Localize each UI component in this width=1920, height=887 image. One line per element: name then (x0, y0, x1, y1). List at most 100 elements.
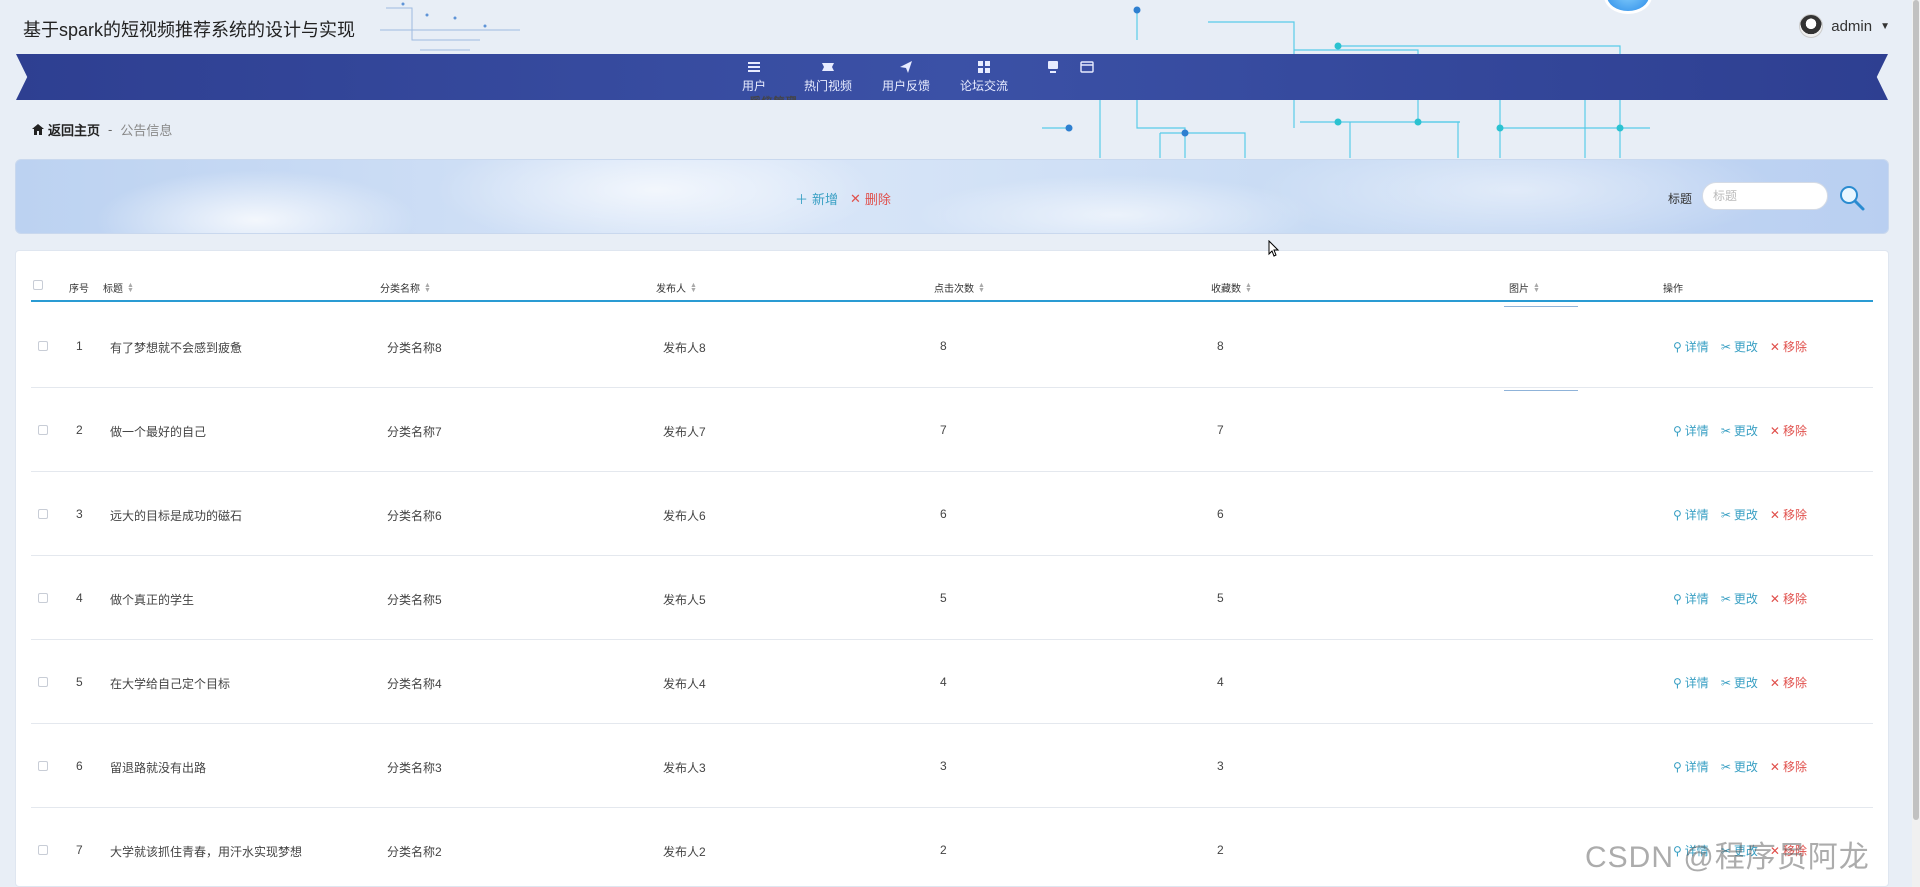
select-all-checkbox[interactable] (33, 280, 43, 290)
table-row: 3 远大的目标是成功的磁石 分类名称6 发布人6 6 6 ⚲ 详情 ✂ 更改 ✕ 移除 (31, 472, 1873, 556)
row-checkbox[interactable] (38, 425, 48, 435)
header-category[interactable]: 分类名称 ▲ ▼ (380, 280, 431, 296)
breadcrumb: 返回主页 - 公告信息 (32, 120, 172, 139)
cell-index: 2 (76, 423, 83, 437)
wrench-icon: ✂ (1720, 507, 1731, 522)
wrench-icon: ✂ (1720, 759, 1731, 774)
detail-button[interactable]: ⚲ 详情 (1673, 758, 1709, 775)
mouse-cursor-icon (1268, 240, 1280, 257)
cell-publisher: 发布人8 (663, 341, 706, 355)
row-actions: ⚲ 详情 ✂ 更改 ✕ 移除 (1673, 422, 1807, 439)
cell-category: 分类名称3 (387, 761, 442, 775)
sort-icon: ▲ ▼ (978, 281, 985, 294)
cell-category: 分类名称2 (387, 845, 442, 859)
detail-button[interactable]: ⚲ 详情 (1673, 590, 1709, 607)
nav-item-user-info[interactable]: 用户信息 ⌄ (749, 60, 1102, 100)
header-index: 序号 (69, 284, 89, 295)
close-icon: ✕ (1769, 675, 1780, 690)
app-title: 基于spark的短视频推荐系统的设计与实现 (23, 20, 356, 40)
table-row: 1 有了梦想就不会感到疲惫 分类名称8 发布人8 8 8 ⚲ 详情 ✂ 更改 ✕ 移除 (31, 304, 1873, 388)
header-clicks[interactable]: 点击次数 ▲ ▼ (934, 280, 985, 296)
wrench-icon: ✂ (1720, 423, 1731, 438)
image-placeholder (1504, 390, 1578, 391)
cell-title: 有了梦想就不会感到疲惫 (110, 341, 243, 355)
cell-favorites: 6 (1217, 507, 1224, 521)
cell-publisher: 发布人2 (663, 845, 706, 859)
edit-button[interactable]: ✂ 更改 (1721, 506, 1758, 523)
row-checkbox[interactable] (38, 845, 48, 855)
remove-button[interactable]: ✕ 移除 (1770, 422, 1807, 439)
header-image[interactable]: 图片 ▲ ▼ (1509, 280, 1540, 296)
header-favorites[interactable]: 收藏数 ▲ ▼ (1211, 280, 1252, 296)
cell-publisher: 发布人3 (663, 761, 706, 775)
row-actions: ⚲ 详情 ✂ 更改 ✕ 移除 (1673, 338, 1807, 355)
zoom-icon: ⚲ (1673, 591, 1682, 606)
sort-icon: ▲ ▼ (690, 281, 697, 294)
sort-icon: ▲ ▼ (1245, 281, 1252, 294)
detail-button[interactable]: ⚲ 详情 (1673, 506, 1709, 523)
table-row: 6 留退路就没有出路 分类名称3 发布人3 3 3 ⚲ 详情 ✂ 更改 ✕ 移除 (31, 724, 1873, 808)
breadcrumb-current: 公告信息 (120, 123, 173, 138)
header-publisher[interactable]: 发布人 ▲ ▼ (656, 280, 697, 296)
cell-title: 在大学给自己定个目标 (110, 677, 231, 691)
row-checkbox[interactable] (38, 341, 48, 351)
cell-index: 5 (76, 675, 83, 689)
cell-index: 7 (76, 843, 83, 857)
header-actions: 操作 (1663, 284, 1683, 295)
sort-icon: ▲ ▼ (127, 281, 134, 294)
detail-button[interactable]: ⚲ 详情 (1673, 338, 1709, 355)
row-checkbox[interactable] (38, 761, 48, 771)
scrollbar-thumb[interactable] (1913, 0, 1919, 820)
caret-down-icon: ▼ (1880, 20, 1890, 32)
edit-button[interactable]: ✂ 更改 (1721, 758, 1758, 775)
close-icon: ✕ (1769, 591, 1780, 606)
remove-button[interactable]: ✕ 移除 (1770, 758, 1807, 775)
user-menu[interactable]: admin ▼ (1799, 14, 1890, 38)
sort-icon: ▲ ▼ (1533, 281, 1540, 294)
cell-category: 分类名称5 (387, 593, 442, 607)
add-button-label: 新增 (812, 192, 839, 207)
close-icon: ✕ (1769, 759, 1780, 774)
scrollbar[interactable] (1912, 0, 1920, 887)
add-button[interactable]: ＋ 新增 (795, 189, 838, 208)
cell-index: 3 (76, 507, 83, 521)
zoom-icon: ⚲ (1673, 339, 1682, 354)
row-checkbox[interactable] (38, 593, 48, 603)
zoom-icon: ⚲ (1673, 507, 1682, 522)
cell-favorites: 5 (1217, 591, 1224, 605)
home-icon (32, 124, 44, 135)
row-actions: ⚲ 详情 ✂ 更改 ✕ 移除 (1673, 758, 1807, 775)
row-checkbox[interactable] (38, 677, 48, 687)
cell-index: 1 (76, 339, 83, 353)
header-title[interactable]: 标题 ▲ ▼ (103, 280, 134, 296)
table-row: 4 做个真正的学生 分类名称5 发布人5 5 5 ⚲ 详情 ✂ 更改 ✕ 移除 (31, 556, 1873, 640)
edit-button[interactable]: ✂ 更改 (1721, 338, 1758, 355)
remove-button[interactable]: ✕ 移除 (1770, 590, 1807, 607)
table-row: 5 在大学给自己定个目标 分类名称4 发布人4 4 4 ⚲ 详情 ✂ 更改 ✕ 移除 (31, 640, 1873, 724)
close-icon: ✕ (850, 190, 861, 206)
cell-clicks: 6 (940, 507, 947, 521)
row-checkbox[interactable] (38, 509, 48, 519)
table-header: 序号 标题 ▲ ▼ 分类名称 ▲ ▼ 发布人 ▲ ▼ 点击次数 ▲ ▼ 收藏数 ▲ ▼ 图片 ▲ ▼ 操… (31, 269, 1873, 302)
delete-button[interactable]: ✕ 删除 (850, 189, 891, 208)
edit-button[interactable]: ✂ 更改 (1721, 422, 1758, 439)
watermark: CSDN @程序员阿龙 (1585, 841, 1870, 874)
cell-title: 做一个最好的自己 (110, 425, 207, 439)
cell-index: 4 (76, 591, 83, 605)
cell-favorites: 7 (1217, 423, 1224, 437)
edit-button[interactable]: ✂ 更改 (1721, 590, 1758, 607)
detail-button[interactable]: ⚲ 详情 (1673, 422, 1709, 439)
cell-title: 远大的目标是成功的磁石 (110, 509, 243, 523)
search-icon[interactable] (1838, 184, 1866, 212)
search-input[interactable] (1702, 182, 1828, 210)
remove-button[interactable]: ✕ 移除 (1770, 506, 1807, 523)
detail-button[interactable]: ⚲ 详情 (1673, 674, 1709, 691)
edit-button[interactable]: ✂ 更改 (1721, 674, 1758, 691)
remove-button[interactable]: ✕ 移除 (1770, 338, 1807, 355)
data-table: 序号 标题 ▲ ▼ 分类名称 ▲ ▼ 发布人 ▲ ▼ 点击次数 ▲ ▼ 收藏数 ▲ ▼ 图片 ▲ ▼ 操… (15, 250, 1889, 887)
remove-button[interactable]: ✕ 移除 (1770, 674, 1807, 691)
wrench-icon: ✂ (1720, 339, 1731, 354)
table-row: 2 做一个最好的自己 分类名称7 发布人7 7 7 ⚲ 详情 ✂ 更改 ✕ 移除 (31, 388, 1873, 472)
breadcrumb-home[interactable]: 返回主页 (32, 120, 100, 139)
delete-button-label: 删除 (864, 192, 891, 207)
